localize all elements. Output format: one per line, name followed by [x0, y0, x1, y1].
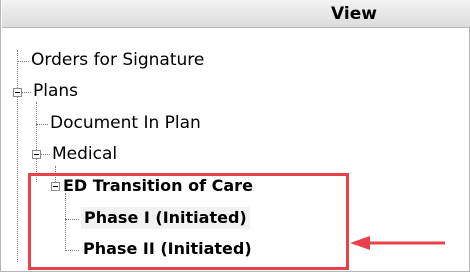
medical-collapse-icon[interactable] — [32, 150, 41, 159]
tree-item-orders-for-signature[interactable]: Orders for Signature — [31, 49, 204, 71]
tree-guide-plans-children — [36, 102, 37, 182]
view-panel-title: View — [331, 3, 377, 24]
tree-item-document-in-plan[interactable]: Document In Plan — [50, 112, 201, 134]
plans-collapse-icon[interactable] — [13, 88, 22, 97]
annotation-highlight-box — [28, 173, 349, 270]
annotation-arrow-icon — [350, 236, 445, 250]
tree-guide-root — [17, 50, 18, 262]
tree-item-plans[interactable]: Plans — [33, 80, 78, 102]
tree-guide-orders — [17, 61, 29, 62]
tree-item-medical[interactable]: Medical — [52, 143, 117, 165]
tree-guide-document — [36, 124, 48, 125]
screenshot-canvas: View Orders for Signature Plans Document… — [0, 0, 470, 272]
view-panel-header: View — [2, 0, 470, 28]
